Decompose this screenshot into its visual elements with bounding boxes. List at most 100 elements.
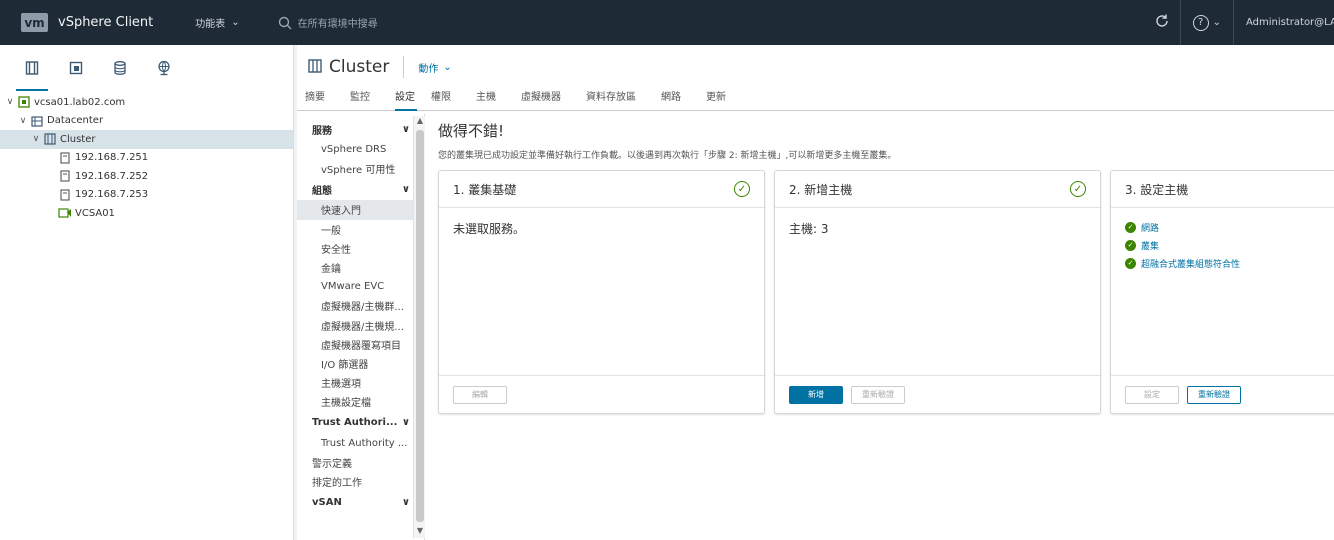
scroll-thumb[interactable] (416, 130, 424, 522)
add-button[interactable]: 新增 (789, 385, 843, 404)
cluster-icon (307, 58, 323, 77)
tree-item-label: VCSA01 (75, 207, 115, 219)
subnav-item-vm-host-groups[interactable]: 虛擬機器/主機群... (297, 296, 424, 315)
subnav-item-general[interactable]: 一般 (297, 220, 424, 239)
status-link[interactable]: 網路 (1141, 221, 1159, 234)
subnav-item-host-profile[interactable]: 主機設定檔 (297, 392, 424, 411)
tree-item-host[interactable]: 192.168.7.251 (0, 149, 293, 168)
chevron-down-icon: ∨ (401, 496, 410, 508)
subnav-item-io-filters[interactable]: I/O 篩選器 (297, 354, 424, 373)
tree-item-host[interactable]: 192.168.7.252 (0, 167, 293, 186)
chevron-down-icon: ∨ (401, 183, 410, 195)
revalidate-button[interactable]: 重新驗證 (851, 385, 905, 404)
tree-item-vcenter[interactable]: ∨ vcsa01.lab02.com (0, 93, 293, 112)
tree-item-label: Cluster (60, 133, 96, 145)
tree-item-label: vcsa01.lab02.com (34, 96, 126, 108)
vms-templates-view-icon[interactable] (66, 58, 86, 78)
subnav-group-trust-authority[interactable]: Trust Authori... ∨ (297, 411, 424, 433)
host-icon (58, 152, 72, 164)
subnav-item-keys[interactable]: 金鑰 (297, 258, 424, 277)
help-icon: ? (1192, 14, 1209, 31)
tab-hosts[interactable]: 主機 (476, 89, 507, 111)
tab-configure[interactable]: 設定 (395, 89, 417, 111)
subnav-item-alarm-definitions[interactable]: 警示定義 (297, 453, 424, 472)
top-header: vm vSphere Client 功能表 ⌄ 在所有環境中搜尋 ? ⌄ Adm… (0, 0, 1334, 45)
subnav-item-host-options[interactable]: 主機選項 (297, 373, 424, 392)
scroll-down-icon[interactable]: ▼ (414, 526, 426, 538)
subnav-item-vm-host-rules[interactable]: 虛擬機器/主機規... (297, 316, 424, 335)
chevron-down-icon[interactable]: ∨ (5, 97, 15, 107)
subnav-item-scheduled-tasks[interactable]: 排定的工作 (297, 472, 424, 491)
status-line[interactable]: ✓ 超融合式叢集組態符合性 (1125, 254, 1334, 272)
actions-dropdown[interactable]: 動作 ⌄ (418, 60, 451, 75)
tree-item-host[interactable]: 192.168.7.253 (0, 186, 293, 205)
networking-view-icon[interactable] (154, 58, 174, 78)
tab-monitor[interactable]: 監控 (350, 89, 381, 111)
hosts-clusters-view-icon[interactable] (16, 58, 48, 91)
tab-summary[interactable]: 摘要 (305, 89, 336, 111)
configure-button[interactable]: 設定 (1125, 385, 1179, 404)
tree-item-label: 192.168.7.253 (75, 189, 149, 201)
menu-dropdown[interactable]: 功能表 ⌄ (195, 15, 239, 30)
tab-datastores[interactable]: 資料存放區 (586, 89, 647, 111)
subnav-item-ha[interactable]: vSphere 可用性 (297, 159, 424, 178)
revalidate-button[interactable]: 重新驗證 (1187, 385, 1241, 404)
card-configure-hosts: 3. 設定主機 ✓ 網路 ✓ 叢集 ✓ 超融合式叢集組態符合性 設定 重新驗證 (1110, 170, 1334, 414)
user-menu[interactable]: Administrator@LA (1234, 17, 1334, 28)
tab-vms[interactable]: 虛擬機器 (521, 89, 572, 111)
subnav-group-label: 組態 (312, 185, 332, 197)
subnav-group-label: vSAN (312, 496, 342, 508)
chevron-down-icon[interactable]: ∨ (31, 134, 41, 144)
refresh-icon[interactable] (1144, 13, 1180, 33)
status-line[interactable]: ✓ 網路 (1125, 218, 1334, 236)
tree-item-label: 192.168.7.251 (75, 152, 149, 164)
chevron-down-icon[interactable]: ∨ (18, 116, 28, 126)
card-footer: 新增 重新驗證 (775, 375, 1100, 413)
subnav-item-vm-overrides[interactable]: 虛擬機器覆寫項目 (297, 335, 424, 354)
object-header: Cluster 動作 ⌄ (297, 45, 1334, 89)
app-title[interactable]: vSphere Client (58, 15, 153, 30)
menu-label: 功能表 (195, 19, 226, 30)
card-header: 2. 新增主機 ✓ (775, 171, 1100, 208)
tree-item-cluster[interactable]: ∨ Cluster (0, 130, 293, 149)
storage-view-icon[interactable] (110, 58, 130, 78)
help-menu[interactable]: ? ⌄ (1181, 14, 1233, 31)
subnav-group-configuration[interactable]: 組態 ∨ (297, 178, 424, 200)
card-footer: 設定 重新驗證 (1111, 375, 1334, 413)
vm-logo: vm (21, 13, 48, 32)
status-link[interactable]: 叢集 (1141, 239, 1159, 252)
object-title: Cluster (329, 57, 390, 77)
subnav-group-label: Trust Authori... (312, 416, 398, 428)
tree-item-vm[interactable]: VCSA01 (0, 204, 293, 223)
tab-networks[interactable]: 網路 (661, 89, 692, 111)
tab-updates[interactable]: 更新 (706, 89, 737, 111)
edit-button[interactable]: 編輯 (453, 385, 507, 404)
subnav-item-security[interactable]: 安全性 (297, 239, 424, 258)
subnav-item-trust-authority[interactable]: Trust Authority ... (297, 433, 424, 452)
chevron-down-icon: ⌄ (443, 61, 452, 73)
check-icon: ✓ (1125, 257, 1136, 269)
chevron-down-icon: ∨ (401, 416, 410, 428)
configure-subnav: 服務 ∨ vSphere DRS vSphere 可用性 組態 ∨ 快速入門 一… (297, 114, 425, 540)
subnav-group-vsan[interactable]: vSAN ∨ (297, 491, 424, 513)
subnav-group-services[interactable]: 服務 ∨ (297, 118, 424, 140)
chevron-down-icon: ⌄ (231, 17, 240, 28)
chevron-down-icon: ⌄ (1212, 17, 1221, 28)
global-search[interactable]: 在所有環境中搜尋 (278, 15, 378, 30)
subnav-item-evc[interactable]: VMware EVC (297, 277, 424, 296)
subnav-item-drs[interactable]: vSphere DRS (297, 140, 424, 159)
scroll-up-icon[interactable]: ▲ (414, 116, 426, 128)
inventory-view-tabs (0, 45, 293, 91)
quickstart-content: 做得不錯! 您的叢集現已成功設定並準備好執行工作負載。以後遇到再次執行「步驟 2… (430, 114, 1334, 540)
tree-item-datacenter[interactable]: ∨ Datacenter (0, 112, 293, 131)
cluster-icon (43, 133, 57, 145)
subnav-scrollbar[interactable]: ▲ ▼ (413, 116, 425, 538)
card-header: 1. 叢集基礎 ✓ (439, 171, 764, 208)
datacenter-icon (30, 115, 44, 127)
status-line[interactable]: ✓ 叢集 (1125, 236, 1334, 254)
status-link[interactable]: 超融合式叢集組態符合性 (1141, 257, 1240, 270)
actions-label: 動作 (418, 63, 439, 75)
subnav-item-quickstart[interactable]: 快速入門 (297, 200, 424, 220)
tab-permissions[interactable]: 權限 (431, 89, 462, 111)
search-placeholder: 在所有環境中搜尋 (297, 19, 378, 30)
